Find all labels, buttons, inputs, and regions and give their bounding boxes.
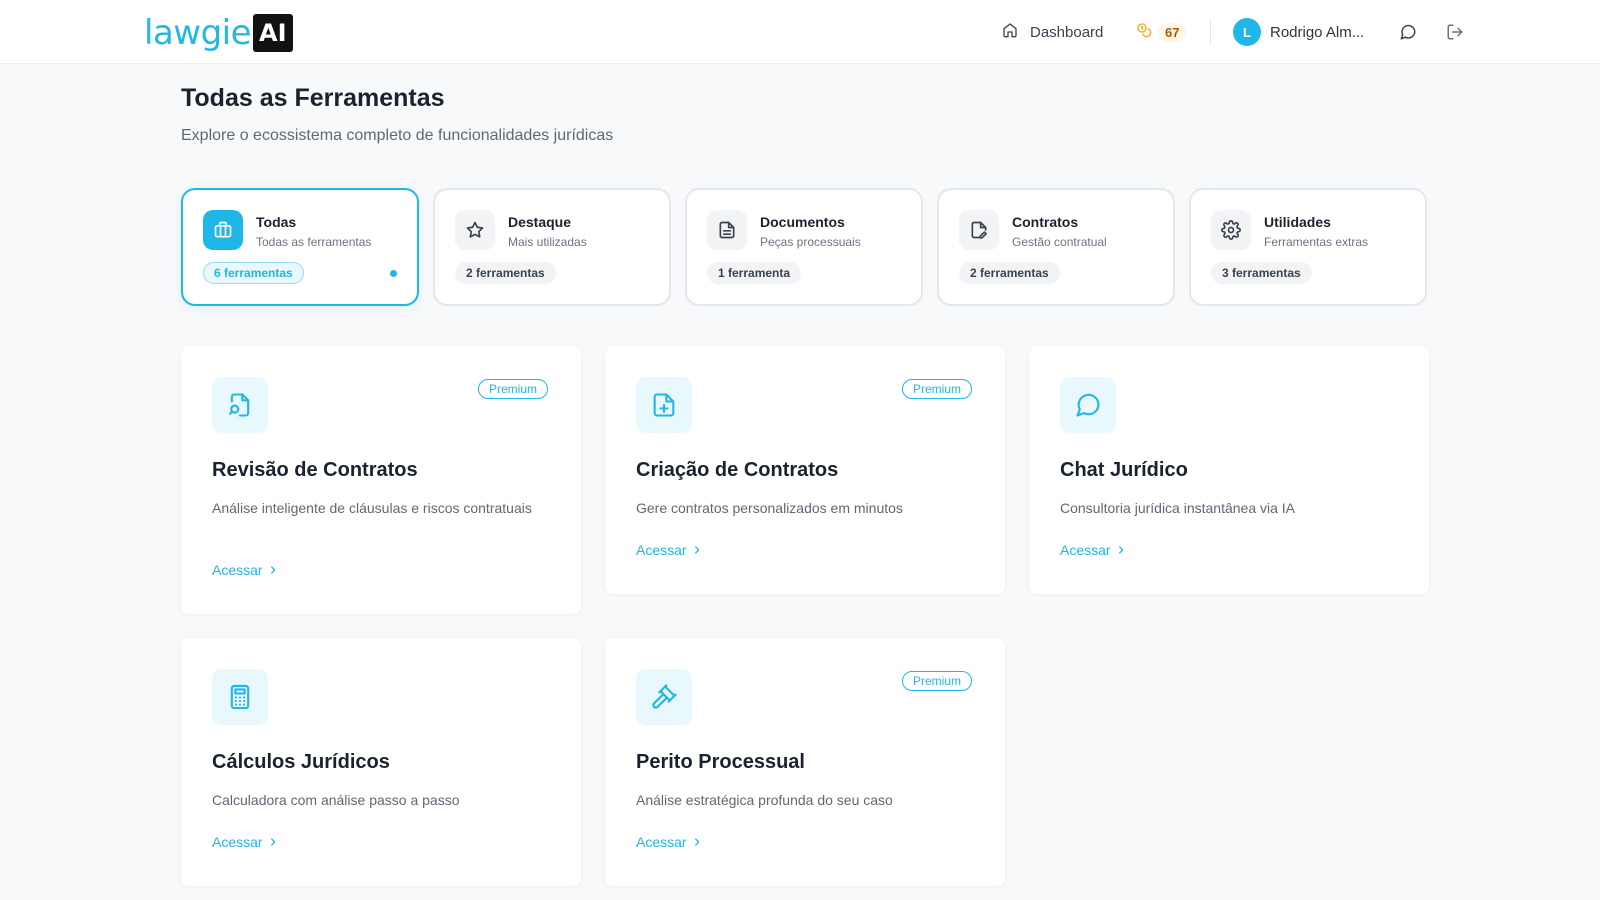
premium-badge: Premium <box>477 379 548 399</box>
category-desc: Peças processuais <box>760 235 861 249</box>
coins-icon <box>1136 22 1152 43</box>
category-name: Contratos <box>1012 214 1079 230</box>
access-link-label: Acessar <box>636 834 687 850</box>
access-link-label: Acessar <box>1060 542 1111 558</box>
access-link[interactable]: Acessar <box>212 562 278 578</box>
chevron-right-icon <box>692 834 702 850</box>
credits-indicator[interactable]: 67 <box>1136 20 1187 44</box>
page-subtitle: Explore o ecossistema completo de funcio… <box>181 127 614 144</box>
calculator-icon <box>212 669 268 725</box>
dashboard-link[interactable]: Dashboard <box>1002 20 1103 44</box>
home-icon <box>1002 22 1018 42</box>
file-edit-icon <box>959 210 999 250</box>
category-name: Destaque <box>508 214 572 230</box>
category-name: Documentos <box>760 214 845 230</box>
header-divider <box>1210 20 1211 44</box>
category-name: Todas <box>256 214 297 230</box>
gear-icon <box>1211 210 1251 250</box>
gavel-icon <box>636 669 692 725</box>
tool-description: Gere contratos personalizados em minutos <box>636 500 903 516</box>
category-documentos[interactable]: Documentos Peças processuais 1 ferrament… <box>685 188 923 306</box>
chevron-right-icon <box>692 542 702 558</box>
access-link[interactable]: Acessar <box>212 834 278 850</box>
top-bar: lawgie AI Dashboard 67 L Rodrigo Alm... <box>0 0 1600 64</box>
brand-badge: AI <box>253 14 293 52</box>
category-destaque[interactable]: Destaque Mais utilizadas 2 ferramentas <box>433 188 671 306</box>
chevron-right-icon <box>1116 542 1126 558</box>
category-count: 2 ferramentas <box>455 262 556 284</box>
tool-title: Cálculos Jurídicos <box>212 751 390 773</box>
tool-card-criacao-contratos[interactable]: Premium Criação de Contratos Gere contra… <box>605 346 1005 594</box>
category-count: 2 ferramentas <box>959 262 1060 284</box>
access-link[interactable]: Acessar <box>636 834 702 850</box>
chevron-right-icon <box>268 834 278 850</box>
document-icon <box>707 210 747 250</box>
tool-title: Revisão de Contratos <box>212 459 418 481</box>
access-link[interactable]: Acessar <box>636 542 702 558</box>
user-menu[interactable]: L Rodrigo Alm... <box>1233 18 1364 46</box>
star-icon <box>455 210 495 250</box>
tool-card-perito-processual[interactable]: Premium Perito Processual Análise estrat… <box>605 638 1005 886</box>
chat-bubble-icon <box>1060 377 1116 433</box>
tool-title: Criação de Contratos <box>636 459 839 481</box>
chat-icon[interactable] <box>1397 21 1419 43</box>
tool-description: Calculadora com análise passo a passo <box>212 792 460 808</box>
access-link[interactable]: Acessar <box>1060 542 1126 558</box>
tool-description: Análise inteligente de cláusulas e risco… <box>212 500 532 516</box>
access-link-label: Acessar <box>212 562 263 578</box>
avatar: L <box>1233 18 1261 46</box>
access-link-label: Acessar <box>636 542 687 558</box>
user-name: Rodrigo Alm... <box>1270 23 1365 41</box>
category-desc: Todas as ferramentas <box>256 235 372 249</box>
tool-description: Consultoria jurídica instantânea via IA <box>1060 500 1296 516</box>
premium-badge: Premium <box>901 379 972 399</box>
tool-description: Análise estratégica profunda do seu caso <box>636 792 893 808</box>
credits-count: 67 <box>1158 22 1187 42</box>
premium-badge: Premium <box>901 671 972 691</box>
category-count: 3 ferramentas <box>1211 262 1312 284</box>
category-count: 1 ferramenta <box>707 262 802 284</box>
dashboard-label: Dashboard <box>1030 23 1104 41</box>
category-desc: Gestão contratual <box>1012 235 1107 249</box>
category-contratos[interactable]: Contratos Gestão contratual 2 ferramenta… <box>937 188 1175 306</box>
tool-title: Chat Jurídico <box>1060 459 1188 481</box>
page-title: Todas as Ferramentas <box>181 84 445 112</box>
tool-card-chat-juridico[interactable]: Chat Jurídico Consultoria jurídica insta… <box>1029 346 1429 594</box>
brand-name: lawgie <box>144 13 252 53</box>
file-plus-icon <box>636 377 692 433</box>
tool-card-revisao-contratos[interactable]: Premium Revisão de Contratos Análise int… <box>181 346 581 614</box>
category-utilidades[interactable]: Utilidades Ferramentas extras 3 ferramen… <box>1189 188 1427 306</box>
category-todas[interactable]: Todas Todas as ferramentas 6 ferramentas <box>181 188 419 306</box>
active-dot <box>390 270 397 277</box>
category-desc: Mais utilizadas <box>508 235 587 249</box>
logout-icon[interactable] <box>1444 21 1466 43</box>
category-count: 6 ferramentas <box>203 262 304 284</box>
access-link-label: Acessar <box>212 834 263 850</box>
chevron-right-icon <box>268 562 278 578</box>
category-name: Utilidades <box>1264 214 1331 230</box>
briefcase-icon <box>203 210 243 250</box>
file-search-icon <box>212 377 268 433</box>
brand-logo[interactable]: lawgie AI <box>144 13 293 53</box>
tool-card-calculos-juridicos[interactable]: Cálculos Jurídicos Calculadora com análi… <box>181 638 581 886</box>
category-desc: Ferramentas extras <box>1264 235 1369 249</box>
tool-title: Perito Processual <box>636 751 805 773</box>
